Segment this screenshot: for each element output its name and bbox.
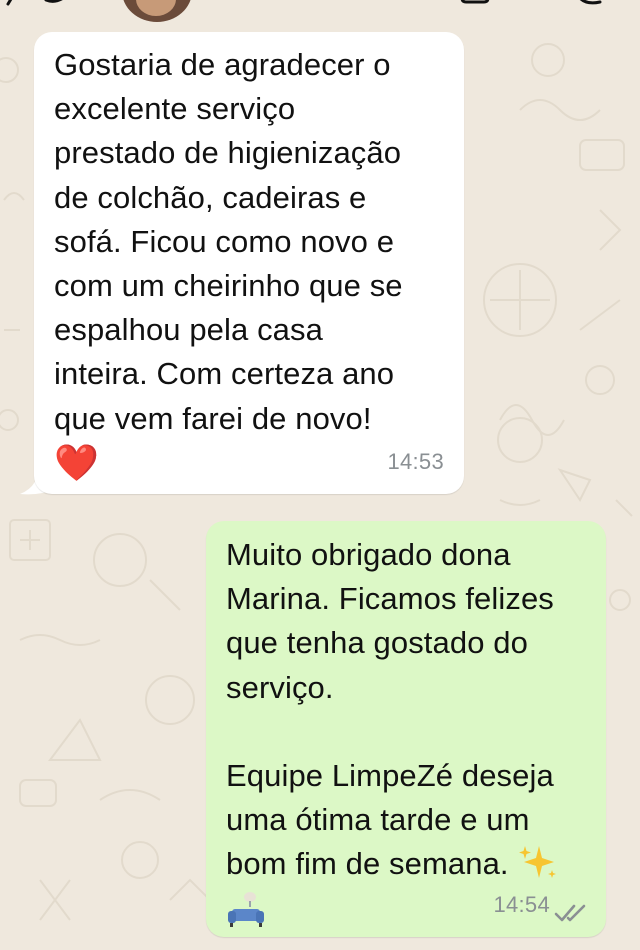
incoming-message-bubble[interactable]: Gostaria de agradecer o excelente serviç… <box>34 32 464 494</box>
outgoing-message-bubble[interactable]: Muito obrigado dona Marina. Ficamos feli… <box>206 521 606 937</box>
message-text: Muito obrigado dona Marina. Ficamos feli… <box>226 533 590 887</box>
message-text: Gostaria de agradecer o excelente serviç… <box>54 47 403 436</box>
double-check-icon <box>554 904 586 922</box>
sparkles-emoji <box>518 846 556 879</box>
chat-screen: Gostaria de agradecer o excelente serviç… <box>0 0 640 950</box>
couch-emoji <box>228 892 264 927</box>
chevron-left-icon[interactable] <box>6 0 68 14</box>
message-body: Muito obrigado dona Marina. Ficamos feli… <box>226 537 554 882</box>
chat-header <box>0 0 640 22</box>
message-timestamp: 14:54 <box>493 891 550 917</box>
phone-icon[interactable] <box>574 0 604 10</box>
message-timestamp: 14:53 <box>387 448 444 474</box>
contact-avatar[interactable] <box>122 0 192 22</box>
video-call-icon[interactable] <box>460 0 494 8</box>
